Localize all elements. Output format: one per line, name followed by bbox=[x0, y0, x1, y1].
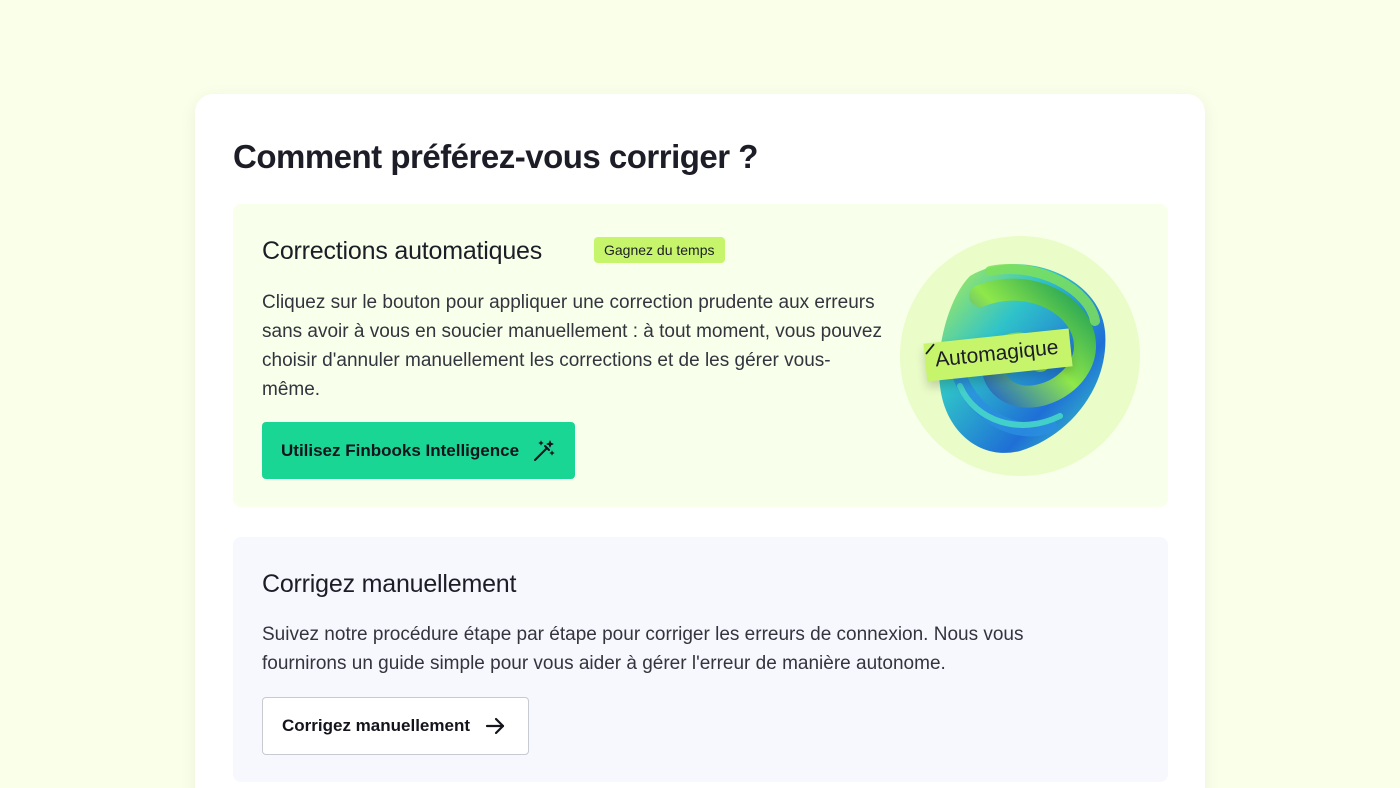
manual-correction-title: Corrigez manuellement bbox=[262, 570, 517, 598]
magic-wand-icon bbox=[531, 438, 557, 464]
finbooks-intelligence-button[interactable]: Utilisez Finbooks Intelligence bbox=[262, 422, 575, 479]
correction-choice-card: Comment préférez-vous corriger ? Correct… bbox=[195, 94, 1205, 788]
auto-correction-title: Corrections automatiques bbox=[262, 237, 543, 265]
manual-correction-description: Suivez notre procédure étape par étape p… bbox=[262, 624, 1024, 674]
time-saving-badge: Gagnez du temps bbox=[594, 237, 725, 263]
auto-correction-description: Cliquez sur le bouton pour appliquer une… bbox=[262, 292, 882, 400]
finbooks-intelligence-button-label: Utilisez Finbooks Intelligence bbox=[281, 440, 520, 460]
manual-correction-panel: Corrigez manuellement Suivez notre procé… bbox=[233, 537, 1168, 782]
auto-correction-panel: Corrections automatiques Gagnez du temps… bbox=[233, 204, 1168, 507]
manual-correction-button-label: Corrigez manuellement bbox=[282, 716, 470, 735]
automagique-label: Automagique bbox=[933, 335, 1060, 372]
arrow-right-icon bbox=[484, 715, 506, 737]
automagique-illustration: Automagique bbox=[900, 236, 1140, 476]
page-title: Comment préférez-vous corriger ? bbox=[233, 138, 758, 175]
manual-correction-button[interactable]: Corrigez manuellement bbox=[262, 697, 529, 755]
